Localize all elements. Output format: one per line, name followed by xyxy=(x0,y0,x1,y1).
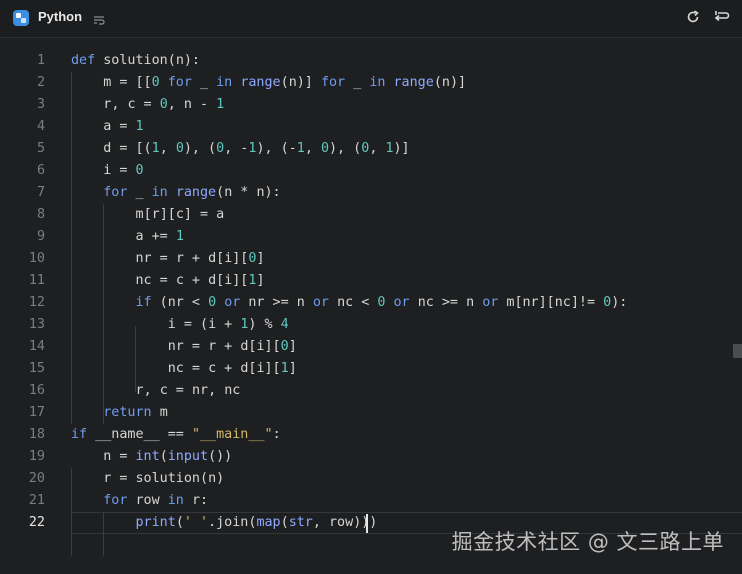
line-number: 10 xyxy=(28,251,45,266)
line-number: 20 xyxy=(28,471,45,486)
line-number: 1 xyxy=(36,53,45,68)
line-number: 18 xyxy=(28,427,45,442)
text-cursor xyxy=(366,514,368,533)
python-logo-icon xyxy=(13,10,29,26)
code-line[interactable]: for _ in range(n * n): xyxy=(71,182,731,204)
restore-code-icon[interactable] xyxy=(712,9,730,25)
line-number: 14 xyxy=(28,339,45,354)
code-line[interactable]: i = 0 xyxy=(71,160,731,182)
line-number: 2 xyxy=(36,75,45,90)
line-number: 6 xyxy=(36,163,45,178)
code-line[interactable]: d = [(1, 0), (0, -1), (-1, 0), (0, 1)] xyxy=(71,138,731,160)
line-number: 3 xyxy=(36,97,45,112)
code-line[interactable]: def solution(n): xyxy=(71,50,731,72)
line-number: 17 xyxy=(28,405,45,420)
code-line[interactable]: n = int(input()) xyxy=(71,446,731,468)
code-line[interactable]: a = 1 xyxy=(71,116,731,138)
code-line[interactable]: for row in r: xyxy=(71,490,731,512)
line-number: 13 xyxy=(28,317,45,332)
line-number: 19 xyxy=(28,449,45,464)
code-line[interactable]: nc = c + d[i][1] xyxy=(71,358,731,380)
line-number: 8 xyxy=(36,207,45,222)
code-line[interactable]: nc = c + d[i][1] xyxy=(71,270,731,292)
watermark: 掘金技术社区 @ 文三路上单 xyxy=(451,530,724,554)
line-number: 22 xyxy=(28,515,45,530)
text-wrap-icon[interactable] xyxy=(93,11,105,25)
reset-icon[interactable] xyxy=(685,9,701,25)
line-number: 21 xyxy=(28,493,45,508)
code-lines[interactable]: def solution(n): m = [[0 for _ in range(… xyxy=(71,50,731,534)
line-number: 16 xyxy=(28,383,45,398)
code-line[interactable]: r, c = 0, n - 1 xyxy=(71,94,731,116)
code-line[interactable]: r = solution(n) xyxy=(71,468,731,490)
code-line[interactable]: m[r][c] = a xyxy=(71,204,731,226)
line-number: 15 xyxy=(28,361,45,376)
code-line[interactable]: if (nr < 0 or nr >= n or nc < 0 or nc >=… xyxy=(71,292,731,314)
line-number: 5 xyxy=(36,141,45,156)
code-editor[interactable]: 1 2 3 4 5 6 7 8 9 10 11 12 13 14 15 16 17 18 19 20 21 22 def … xyxy=(0,38,742,574)
code-line[interactable]: i = (i + 1) % 4 xyxy=(71,314,731,336)
code-line[interactable]: nr = r + d[i][0] xyxy=(71,248,731,270)
line-number-gutter: 1 2 3 4 5 6 7 8 9 10 11 12 13 14 15 16 17 18 19 20 21 22 xyxy=(0,50,58,534)
editor-header: Python xyxy=(0,0,742,38)
code-line[interactable]: if __name__ == "__main__": xyxy=(71,424,731,446)
line-number: 7 xyxy=(36,185,45,200)
line-number: 11 xyxy=(28,273,45,288)
code-line[interactable]: r, c = nr, nc xyxy=(71,380,731,402)
line-number: 4 xyxy=(36,119,45,134)
line-number: 12 xyxy=(28,295,45,310)
vertical-scrollbar[interactable] xyxy=(733,344,742,358)
code-line[interactable]: m = [[0 for _ in range(n)] for _ in rang… xyxy=(71,72,731,94)
line-number: 9 xyxy=(36,229,45,244)
code-line[interactable]: nr = r + d[i][0] xyxy=(71,336,731,358)
language-selector[interactable]: Python xyxy=(38,9,82,24)
code-line[interactable]: a += 1 xyxy=(71,226,731,248)
code-line[interactable]: return m xyxy=(71,402,731,424)
